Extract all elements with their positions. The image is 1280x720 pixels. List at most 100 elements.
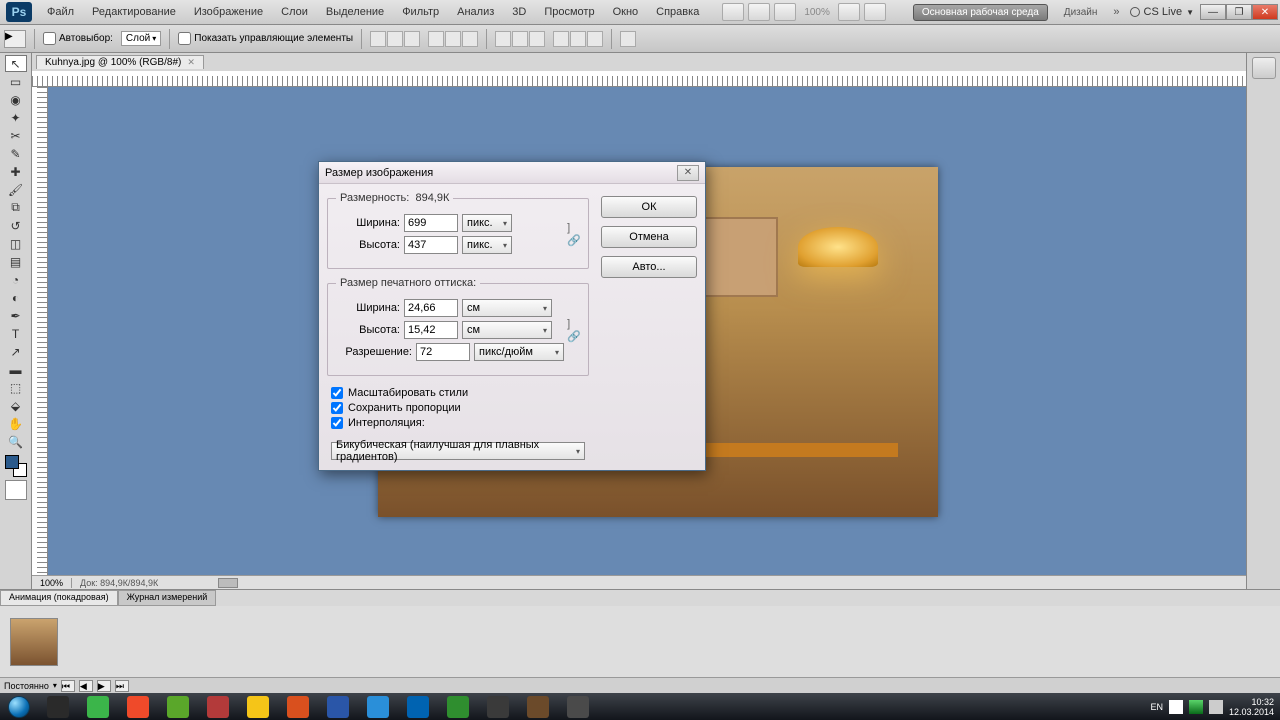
start-button[interactable]	[0, 693, 38, 720]
menu-Выделение[interactable]: Выделение	[317, 0, 393, 24]
lang-indicator[interactable]: EN	[1150, 702, 1163, 712]
zoom-tool-icon[interactable]: 🔍	[5, 433, 27, 450]
auto-button[interactable]: Авто...	[601, 256, 697, 278]
align-right-icon[interactable]	[462, 31, 478, 47]
doc-height-unit[interactable]: см	[462, 321, 552, 339]
stamp-tool-icon[interactable]: ⧉	[5, 199, 27, 216]
resample-check[interactable]	[331, 417, 343, 429]
align-top-icon[interactable]	[370, 31, 386, 47]
dist-top-icon[interactable]	[495, 31, 511, 47]
doc-height-input[interactable]	[404, 321, 458, 339]
menu-Слои[interactable]: Слои	[272, 0, 317, 24]
taskbar-app-8[interactable]	[358, 695, 398, 719]
resolution-unit[interactable]: пикс/дюйм	[474, 343, 564, 361]
align-left-icon[interactable]	[428, 31, 444, 47]
loop-mode[interactable]: Постоянно	[4, 681, 49, 691]
menu-3D[interactable]: 3D	[503, 0, 535, 24]
auto-select-target[interactable]: Слой▾	[121, 31, 161, 46]
minimize-button[interactable]: —	[1200, 4, 1226, 20]
lasso-tool-icon[interactable]: ◉	[5, 91, 27, 108]
eraser-tool-icon[interactable]: ◫	[5, 235, 27, 252]
taskbar-app-6[interactable]	[278, 695, 318, 719]
pixel-width-unit[interactable]: пикс.	[462, 214, 512, 232]
workspace-more-icon[interactable]: »	[1109, 6, 1123, 18]
workspace-design-button[interactable]: Дизайн	[1056, 5, 1106, 20]
next-frame-icon[interactable]: ⏭	[115, 680, 129, 692]
taskbar-app-7[interactable]	[318, 695, 358, 719]
shape-tool-icon[interactable]: ▬	[5, 361, 27, 378]
first-frame-icon[interactable]: ⏮	[61, 680, 75, 692]
menu-Изображение[interactable]: Изображение	[185, 0, 272, 24]
pixel-width-input[interactable]	[404, 214, 458, 232]
extras-icon[interactable]	[864, 3, 886, 21]
tray-volume-icon[interactable]	[1209, 700, 1223, 714]
gradient-tool-icon[interactable]: ▤	[5, 253, 27, 270]
doc-width-input[interactable]	[404, 299, 458, 317]
cslive-button[interactable]: CS Live ▼	[1130, 6, 1194, 18]
pixel-height-unit[interactable]: пикс.	[462, 236, 512, 254]
zoom-field[interactable]: 100%	[32, 578, 72, 588]
close-button[interactable]: ✕	[1252, 4, 1278, 20]
taskbar-app-13[interactable]	[558, 695, 598, 719]
workspace-main-button[interactable]: Основная рабочая среда	[913, 4, 1048, 21]
scale-styles-check[interactable]	[331, 387, 343, 399]
dist-right-icon[interactable]	[587, 31, 603, 47]
menu-Просмотр[interactable]: Просмотр	[535, 0, 603, 24]
auto-select-check[interactable]: Автовыбор:	[43, 32, 113, 45]
taskbar-app-0[interactable]	[38, 695, 78, 719]
taskbar-app-5[interactable]	[238, 695, 278, 719]
tab-close-icon[interactable]: ✕	[187, 57, 195, 68]
taskbar-app-2[interactable]	[118, 695, 158, 719]
heal-tool-icon[interactable]: ✚	[5, 163, 27, 180]
panel-icon[interactable]	[1252, 57, 1276, 79]
doc-width-unit[interactable]: см	[462, 299, 552, 317]
interpolation-select[interactable]: Бикубическая (наилучшая для плавных град…	[331, 442, 585, 460]
maximize-button[interactable]: ❐	[1226, 4, 1252, 20]
h-scrollbar[interactable]	[166, 578, 1246, 588]
taskbar-app-11[interactable]	[478, 695, 518, 719]
prev-frame-icon[interactable]: ◀	[79, 680, 93, 692]
taskbar-app-4[interactable]	[198, 695, 238, 719]
type-tool-icon[interactable]: T	[5, 325, 27, 342]
hand-tool-icon[interactable]: ✋	[5, 415, 27, 432]
blur-tool-icon[interactable]: ◔	[5, 271, 27, 288]
pixel-height-input[interactable]	[404, 236, 458, 254]
ok-button[interactable]: ОК	[601, 196, 697, 218]
tray-network-icon[interactable]	[1189, 700, 1203, 714]
brush-tool-icon[interactable]: 🖌	[5, 181, 27, 198]
taskbar-app-10[interactable]	[438, 695, 478, 719]
dist-left-icon[interactable]	[553, 31, 569, 47]
tray-flag-icon[interactable]	[1169, 700, 1183, 714]
ruler-vertical[interactable]	[32, 87, 48, 575]
clock[interactable]: 10:32 12.03.2014	[1229, 697, 1274, 717]
tab-animation[interactable]: Анимация (покадровая)	[0, 590, 118, 606]
dialog-titlebar[interactable]: Размер изображения ✕	[319, 162, 705, 184]
screen-mode-icon[interactable]	[774, 3, 796, 21]
menu-Окно[interactable]: Окно	[604, 0, 648, 24]
3d-tool-icon[interactable]: ⬚	[5, 379, 27, 396]
dodge-tool-icon[interactable]: ◐	[5, 289, 27, 306]
taskbar-app-9[interactable]	[398, 695, 438, 719]
dist-bottom-icon[interactable]	[529, 31, 545, 47]
dist-vcenter-icon[interactable]	[512, 31, 528, 47]
menu-Анализ[interactable]: Анализ	[448, 0, 503, 24]
pen-tool-icon[interactable]: ✒	[5, 307, 27, 324]
crop-tool-icon[interactable]: ✂	[5, 127, 27, 144]
zoom-display[interactable]: 100%	[798, 7, 836, 18]
align-bottom-icon[interactable]	[404, 31, 420, 47]
align-hcenter-icon[interactable]	[445, 31, 461, 47]
quickmask-icon[interactable]	[5, 480, 27, 500]
menu-Редактирование[interactable]: Редактирование	[83, 0, 185, 24]
taskbar-app-3[interactable]	[158, 695, 198, 719]
taskbar-app-12[interactable]	[518, 695, 558, 719]
current-tool-icon[interactable]: ▶	[4, 30, 26, 48]
move-tool-icon[interactable]: ↖	[5, 55, 27, 72]
doc-size-display[interactable]: Док: 894,9К/894,9К	[72, 578, 166, 588]
taskbar-app-1[interactable]	[78, 695, 118, 719]
launch-bridge-icon[interactable]	[722, 3, 744, 21]
arrange-docs-icon[interactable]	[838, 3, 860, 21]
dist-hcenter-icon[interactable]	[570, 31, 586, 47]
wand-tool-icon[interactable]: ✦	[5, 109, 27, 126]
align-vcenter-icon[interactable]	[387, 31, 403, 47]
marquee-tool-icon[interactable]: ▭	[5, 73, 27, 90]
